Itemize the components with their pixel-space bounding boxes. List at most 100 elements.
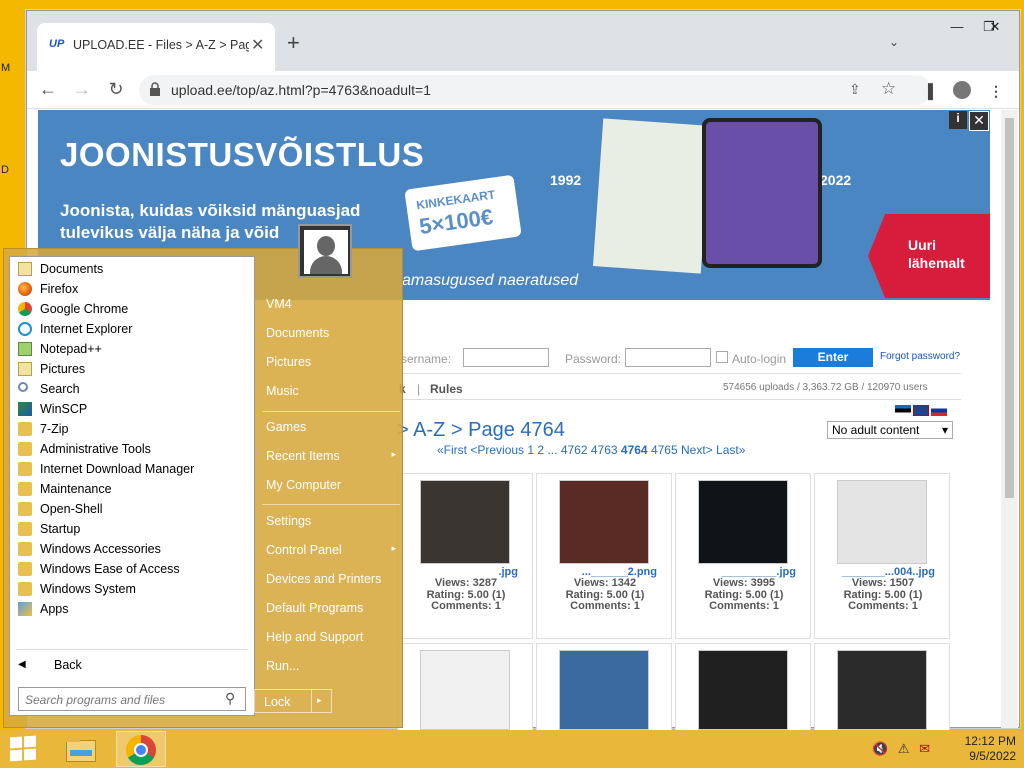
lock-button[interactable]: Lock ▸ bbox=[254, 689, 332, 713]
ad-close-icon[interactable]: ✕ bbox=[969, 111, 989, 131]
file-explorer-icon[interactable] bbox=[60, 732, 102, 766]
user-avatar[interactable] bbox=[298, 224, 352, 278]
thumbnail-image[interactable] bbox=[837, 480, 927, 564]
more-menu-icon[interactable]: ⋮ bbox=[989, 83, 1003, 100]
back-button[interactable]: ◀ Back bbox=[14, 655, 250, 675]
back-arrow-icon[interactable]: ← bbox=[37, 79, 59, 99]
file-thumbnail-card[interactable]: ...______2.png Views: 1342 Rating: 5.00 (… bbox=[536, 473, 672, 639]
program-item[interactable]: Internet Download Manager bbox=[14, 459, 250, 479]
reload-icon[interactable]: ↻ bbox=[105, 79, 127, 99]
profile-avatar-icon[interactable] bbox=[953, 81, 971, 99]
pager-previous[interactable]: <Previous bbox=[470, 443, 524, 457]
pager-next[interactable]: Next> bbox=[681, 443, 713, 457]
english-flag-icon[interactable] bbox=[913, 405, 929, 416]
autologin-checkbox[interactable] bbox=[716, 351, 728, 363]
start-right-item[interactable]: VM4 bbox=[266, 297, 396, 317]
thumbnail-image[interactable] bbox=[698, 480, 788, 564]
file-thumbnail-card[interactable] bbox=[675, 643, 811, 733]
chrome-icon[interactable] bbox=[116, 731, 166, 767]
start-right-item[interactable]: My Computer bbox=[266, 478, 396, 498]
start-right-item[interactable]: Settings bbox=[266, 514, 396, 534]
thumbnail-image[interactable] bbox=[420, 650, 510, 730]
file-thumbnail-card[interactable]: _________.jpg Views: 3995 Rating: 5.00 (1… bbox=[675, 473, 811, 639]
pager-page[interactable]: 4765 bbox=[651, 443, 678, 457]
nav-link-rules[interactable]: Rules bbox=[430, 382, 463, 396]
address-bar[interactable]: upload.ee/top/az.html?p=4763&noadult=1 ⇪… bbox=[139, 75, 931, 105]
program-item[interactable]: Firefox bbox=[14, 279, 250, 299]
minimize-icon[interactable]: — bbox=[945, 19, 969, 34]
program-item[interactable]: Maintenance bbox=[14, 479, 250, 499]
thumbnail-image[interactable] bbox=[698, 650, 788, 730]
ad-info-icon[interactable]: i bbox=[949, 111, 967, 129]
thumbnail-image[interactable] bbox=[559, 480, 649, 564]
program-item[interactable]: Documents bbox=[14, 259, 250, 279]
divider bbox=[399, 399, 961, 400]
start-search-input[interactable]: Search programs and files ⚲ bbox=[18, 687, 246, 711]
thumbnail-image[interactable] bbox=[837, 650, 927, 730]
program-item[interactable]: Administrative Tools bbox=[14, 439, 250, 459]
program-item[interactable]: Pictures bbox=[14, 359, 250, 379]
thumbnail-image[interactable] bbox=[420, 480, 510, 564]
file-thumbnail-card[interactable]: .jpg Views: 3287 Rating: 5.00 (1) Comments… bbox=[397, 473, 533, 639]
pager-page[interactable]: 4763 bbox=[591, 443, 618, 457]
bookmark-star-icon[interactable]: ☆ bbox=[881, 79, 896, 99]
file-thumbnail-card[interactable] bbox=[814, 643, 950, 733]
program-item[interactable]: Open-Shell bbox=[14, 499, 250, 519]
start-right-item[interactable]: Help and Support bbox=[266, 630, 396, 650]
forgot-password-link[interactable]: Forgot password? bbox=[880, 351, 960, 362]
tab-search-chevron-icon[interactable]: ⌄ bbox=[889, 35, 899, 49]
file-thumbnail-card[interactable] bbox=[536, 643, 672, 733]
program-item[interactable]: WinSCP bbox=[14, 399, 250, 419]
password-input[interactable] bbox=[625, 348, 711, 367]
enter-button[interactable]: Enter bbox=[793, 348, 873, 367]
pager-page[interactable]: 1 bbox=[527, 443, 534, 457]
program-item[interactable]: Internet Explorer bbox=[14, 319, 250, 339]
clock[interactable]: 12:12 PM 9/5/2022 bbox=[940, 734, 1016, 764]
file-thumbnail-card[interactable]: _______...004..jpg Views: 1507 Rating: 5.… bbox=[814, 473, 950, 639]
estonian-flag-icon[interactable] bbox=[895, 405, 911, 416]
share-icon[interactable]: ⇪ bbox=[849, 81, 861, 98]
start-right-item[interactable]: Default Programs bbox=[266, 601, 396, 621]
side-panel-icon[interactable]: ▐ bbox=[923, 83, 933, 99]
windows-start-icon[interactable] bbox=[10, 735, 38, 762]
browser-tab[interactable]: UP UPLOAD.EE - Files > A-Z > Page ✕ bbox=[37, 23, 275, 71]
start-right-item[interactable]: Documents bbox=[266, 326, 396, 346]
pager-page[interactable]: 4762 bbox=[561, 443, 588, 457]
start-right-item[interactable]: Games bbox=[266, 420, 396, 440]
program-item[interactable]: Startup bbox=[14, 519, 250, 539]
scrollbar-thumb[interactable] bbox=[1005, 118, 1014, 498]
program-item[interactable]: Search bbox=[14, 379, 250, 399]
network-icon[interactable]: ⚠ bbox=[898, 741, 910, 756]
program-item[interactable]: Windows Accessories bbox=[14, 539, 250, 559]
pager-last[interactable]: Last» bbox=[716, 443, 745, 457]
content-filter-select[interactable]: No adult content ▾ bbox=[827, 421, 953, 439]
program-item[interactable]: Notepad++ bbox=[14, 339, 250, 359]
action-center-icon[interactable]: ✉ bbox=[919, 741, 930, 756]
username-input[interactable] bbox=[463, 348, 549, 367]
pager-page[interactable]: 2 bbox=[537, 443, 544, 457]
start-right-item[interactable]: Run... bbox=[266, 659, 396, 679]
pager-first[interactable]: «First bbox=[437, 443, 467, 457]
banner-cta-button[interactable]: Uuri lähemalt bbox=[868, 214, 990, 298]
volume-muted-icon[interactable]: 🔇 bbox=[872, 741, 888, 756]
russian-flag-icon[interactable] bbox=[931, 405, 947, 416]
start-right-item[interactable]: Recent Items ▸ bbox=[266, 449, 396, 469]
forward-arrow-icon[interactable]: → bbox=[71, 79, 93, 99]
chevron-right-icon[interactable]: ▸ bbox=[317, 695, 322, 706]
start-right-item[interactable]: Control Panel ▸ bbox=[266, 543, 396, 563]
search-icon[interactable]: ⚲ bbox=[225, 690, 235, 707]
start-right-item[interactable]: Devices and Printers bbox=[266, 572, 396, 592]
program-item[interactable]: Google Chrome bbox=[14, 299, 250, 319]
file-thumbnail-card[interactable] bbox=[397, 643, 533, 733]
new-tab-button[interactable]: + bbox=[287, 32, 300, 54]
program-item[interactable]: Windows System bbox=[14, 579, 250, 599]
start-right-item[interactable]: Pictures bbox=[266, 355, 396, 375]
tab-close-icon[interactable]: ✕ bbox=[251, 35, 264, 55]
page-scrollbar[interactable] bbox=[1001, 110, 1018, 728]
program-item[interactable]: 7-Zip bbox=[14, 419, 250, 439]
program-item[interactable]: Windows Ease of Access bbox=[14, 559, 250, 579]
thumbnail-image[interactable] bbox=[559, 650, 649, 730]
close-window-icon[interactable]: ✕ bbox=[983, 19, 1007, 35]
start-right-item[interactable]: Music bbox=[266, 384, 396, 404]
program-item[interactable]: Apps bbox=[14, 599, 250, 619]
